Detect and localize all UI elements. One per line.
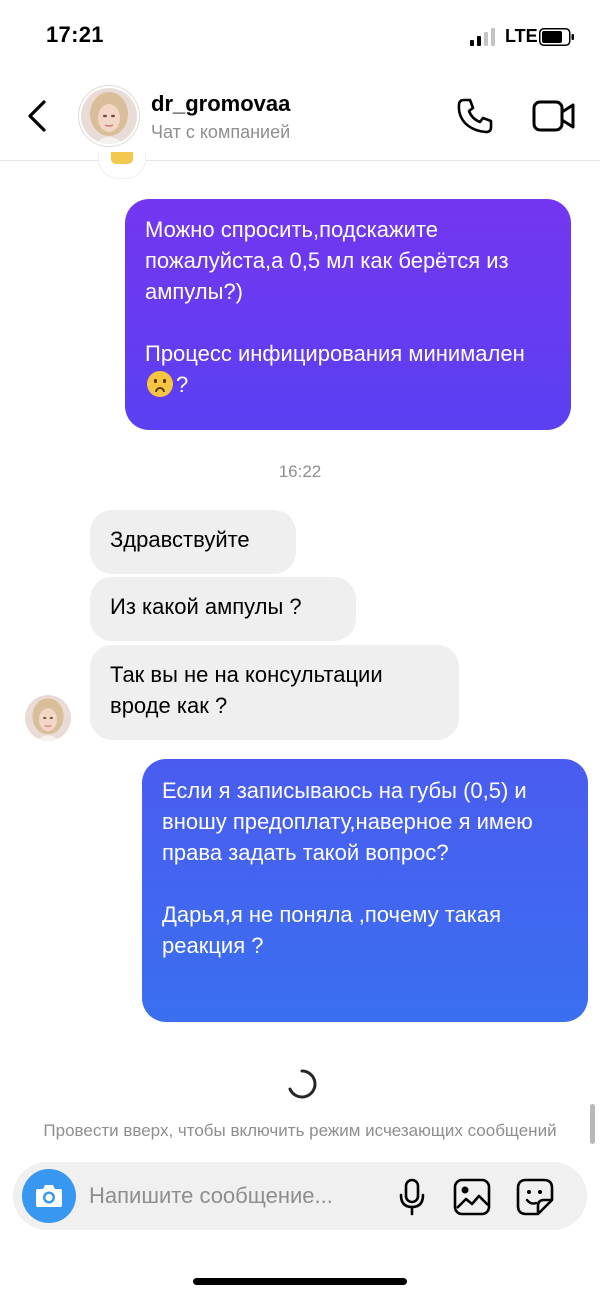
message-text: Из какой ампулы ?	[110, 594, 302, 619]
signal-icon	[470, 28, 495, 46]
loading-spinner-icon	[288, 1069, 317, 1099]
profile-photo	[81, 88, 137, 144]
status-time: 17:21	[46, 22, 104, 47]
back-chevron-icon[interactable]	[22, 94, 54, 138]
sender-avatar[interactable]	[25, 695, 71, 741]
sticker-icon[interactable]	[516, 1178, 554, 1216]
video-camera-icon[interactable]	[532, 98, 576, 134]
thumbs-up-icon	[111, 152, 133, 164]
message-composer	[13, 1162, 587, 1230]
message-suffix: ?	[176, 372, 189, 397]
vanish-mode-hint: Провести вверх, чтобы включить режим исч…	[43, 1121, 557, 1140]
message-reaction[interactable]	[98, 152, 146, 179]
phone-icon[interactable]	[455, 96, 495, 136]
message-input[interactable]	[89, 1176, 389, 1216]
incoming-message[interactable]: Так вы не на консультации вроде как ?	[90, 645, 459, 740]
outgoing-message[interactable]: Можно спросить,подскажите пожалуйста,а 0…	[125, 199, 571, 430]
chat-username[interactable]: dr_gromovaa	[151, 91, 290, 117]
slightly-frowning-face-icon	[147, 371, 173, 397]
header-avatar[interactable]	[78, 85, 140, 147]
scrollbar[interactable]	[590, 1104, 595, 1144]
message-text: Здравствуйте	[110, 527, 250, 552]
incoming-message[interactable]: Здравствуйте	[90, 510, 296, 574]
battery-icon	[539, 28, 574, 46]
chat-subtitle: Чат с компанией	[151, 122, 291, 142]
microphone-icon[interactable]	[397, 1178, 427, 1216]
message-text: Так вы не на консультации вроде как ?	[110, 662, 389, 718]
camera-icon	[36, 1185, 62, 1207]
incoming-message[interactable]: Из какой ампулы ?	[90, 577, 356, 641]
message-text: Если я записываюсь на губы (0,5) и вношу…	[162, 778, 533, 958]
network-type: LTE	[505, 26, 538, 46]
message-timestamp: 16:22	[278, 462, 322, 481]
gallery-icon[interactable]	[453, 1178, 491, 1216]
chat-header: dr_gromovaa Чат с компанией	[0, 74, 600, 161]
status-bar: 17:21 LTE	[0, 0, 600, 74]
camera-button[interactable]	[22, 1169, 76, 1223]
message-text: Можно спросить,подскажите пожалуйста,а 0…	[145, 217, 525, 366]
home-indicator[interactable]	[193, 1278, 407, 1285]
outgoing-message[interactable]: Если я записываюсь на губы (0,5) и вношу…	[142, 759, 588, 1022]
